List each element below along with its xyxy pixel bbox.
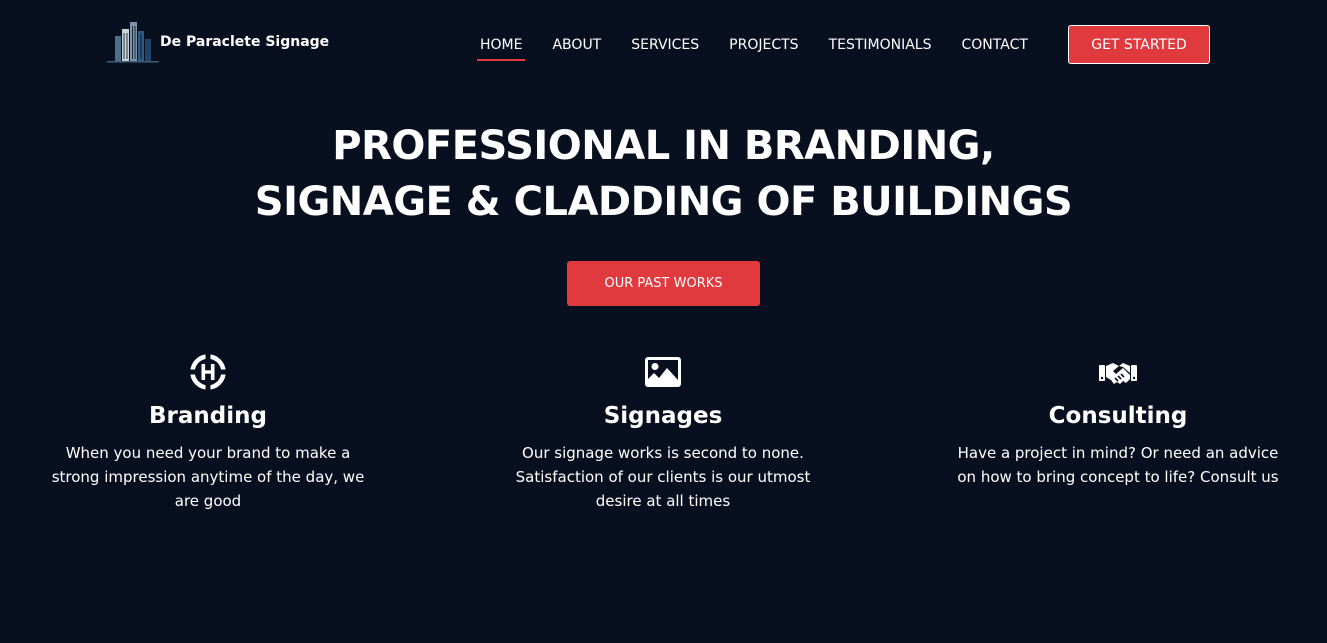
nav-item-home[interactable]: HOME bbox=[476, 36, 527, 61]
feature-description: Our signage works is second to none. Sat… bbox=[515, 444, 811, 510]
main-nav: HOME ABOUT SERVICES PROJECTS TESTIMONIAL… bbox=[476, 36, 1028, 61]
hero-title-line-1: PROFESSIONAL IN BRANDING, bbox=[332, 123, 995, 169]
site-header: De Paraclete Signage HOME ABOUT SERVICES… bbox=[0, 0, 1327, 90]
our-past-works-button[interactable]: OUR PAST WORKS bbox=[567, 261, 760, 306]
feature-signages: Signages Our signage works is second to … bbox=[493, 353, 833, 513]
feature-title: Consulting bbox=[1048, 403, 1188, 429]
brand-link[interactable]: De Paraclete Signage bbox=[105, 20, 329, 64]
feature-title: Signages bbox=[603, 403, 723, 429]
get-started-button[interactable]: GET STARTED bbox=[1068, 25, 1210, 64]
brand-name: De Paraclete Signage bbox=[160, 34, 330, 50]
nav-item-testimonials[interactable]: TESTIMONIALS bbox=[829, 36, 932, 54]
feature-branding: Branding When you need your brand to mak… bbox=[38, 353, 378, 513]
helipad-icon bbox=[189, 353, 227, 391]
building-logo-icon bbox=[107, 22, 159, 63]
hero-title: PROFESSIONAL IN BRANDING, SIGNAGE & CLAD… bbox=[0, 118, 1327, 230]
feature-description: Have a project in mind? Or need an advic… bbox=[957, 444, 1279, 486]
feature-title: Branding bbox=[149, 403, 267, 429]
nav-item-projects[interactable]: PROJECTS bbox=[729, 36, 798, 54]
handshake-icon bbox=[1099, 363, 1137, 384]
feature-consulting: Consulting Have a project in mind? Or ne… bbox=[948, 353, 1288, 489]
hero-title-line-2: SIGNAGE & CLADDING OF BUILDINGS bbox=[254, 179, 1073, 225]
nav-item-about[interactable]: ABOUT bbox=[552, 36, 601, 54]
nav-item-contact[interactable]: CONTACT bbox=[962, 36, 1028, 54]
image-icon bbox=[645, 357, 681, 387]
nav-item-services[interactable]: SERVICES bbox=[631, 36, 699, 54]
feature-description: When you need your brand to make a stron… bbox=[51, 444, 365, 510]
